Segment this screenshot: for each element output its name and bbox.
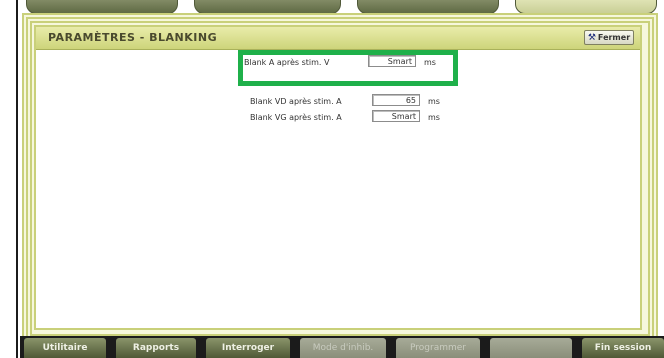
rapports-button-label: Rapports <box>132 343 180 353</box>
programmer-button-label: Programmer <box>410 343 466 353</box>
mode-inhib-button: Mode d'inhib. <box>300 338 386 358</box>
interroger-button-label: Interroger <box>221 343 275 353</box>
fin-session-button[interactable]: Fin session <box>582 338 664 358</box>
param-unit: ms <box>424 58 436 67</box>
param-label: Blank VG après stim. A <box>250 113 342 122</box>
close-button-label: Fermer <box>597 33 631 42</box>
utilitaire-button[interactable]: Utilitaire <box>24 338 106 358</box>
param-value-field[interactable]: Smart <box>372 110 420 122</box>
left-border <box>0 0 18 358</box>
top-tab-4[interactable] <box>515 0 657 14</box>
top-tab-2[interactable] <box>194 0 341 14</box>
param-label: Blank VD après stim. A <box>250 97 342 106</box>
param-value-field[interactable]: Smart <box>368 55 416 67</box>
param-label: Blank A après stim. V <box>244 58 330 67</box>
param-row-blank-vd: Blank VD après stim. A 65 ms <box>36 94 644 110</box>
param-unit: ms <box>428 97 440 106</box>
mode-inhib-button-label: Mode d'inhib. <box>312 343 374 353</box>
top-tab-1[interactable] <box>26 0 178 14</box>
wrench-icon: ⚒ <box>587 32 596 43</box>
panel-title-bar: PARAMÈTRES - BLANKING ⚒ Fermer <box>36 27 640 50</box>
rapports-button[interactable]: Rapports <box>116 338 196 358</box>
highlight-box: Blank A après stim. V Smart ms <box>238 50 458 86</box>
panel-title: PARAMÈTRES - BLANKING <box>48 31 218 44</box>
fin-session-button-label: Fin session <box>594 343 652 353</box>
utilitaire-button-label: Utilitaire <box>42 343 88 353</box>
param-row-blank-vg: Blank VG après stim. A Smart ms <box>36 110 644 126</box>
bottom-toolbar: Utilitaire Rapports Interroger Mode d'in… <box>20 336 664 358</box>
param-row-blank-a: Blank A après stim. V Smart ms <box>240 55 454 71</box>
programmer-button: Programmer <box>396 338 480 358</box>
disabled-button <box>490 338 572 358</box>
close-button[interactable]: ⚒ Fermer <box>584 30 634 45</box>
param-unit: ms <box>428 113 440 122</box>
param-value-field[interactable]: 65 <box>372 94 420 106</box>
interroger-button[interactable]: Interroger <box>206 338 290 358</box>
top-tab-3[interactable] <box>357 0 499 14</box>
